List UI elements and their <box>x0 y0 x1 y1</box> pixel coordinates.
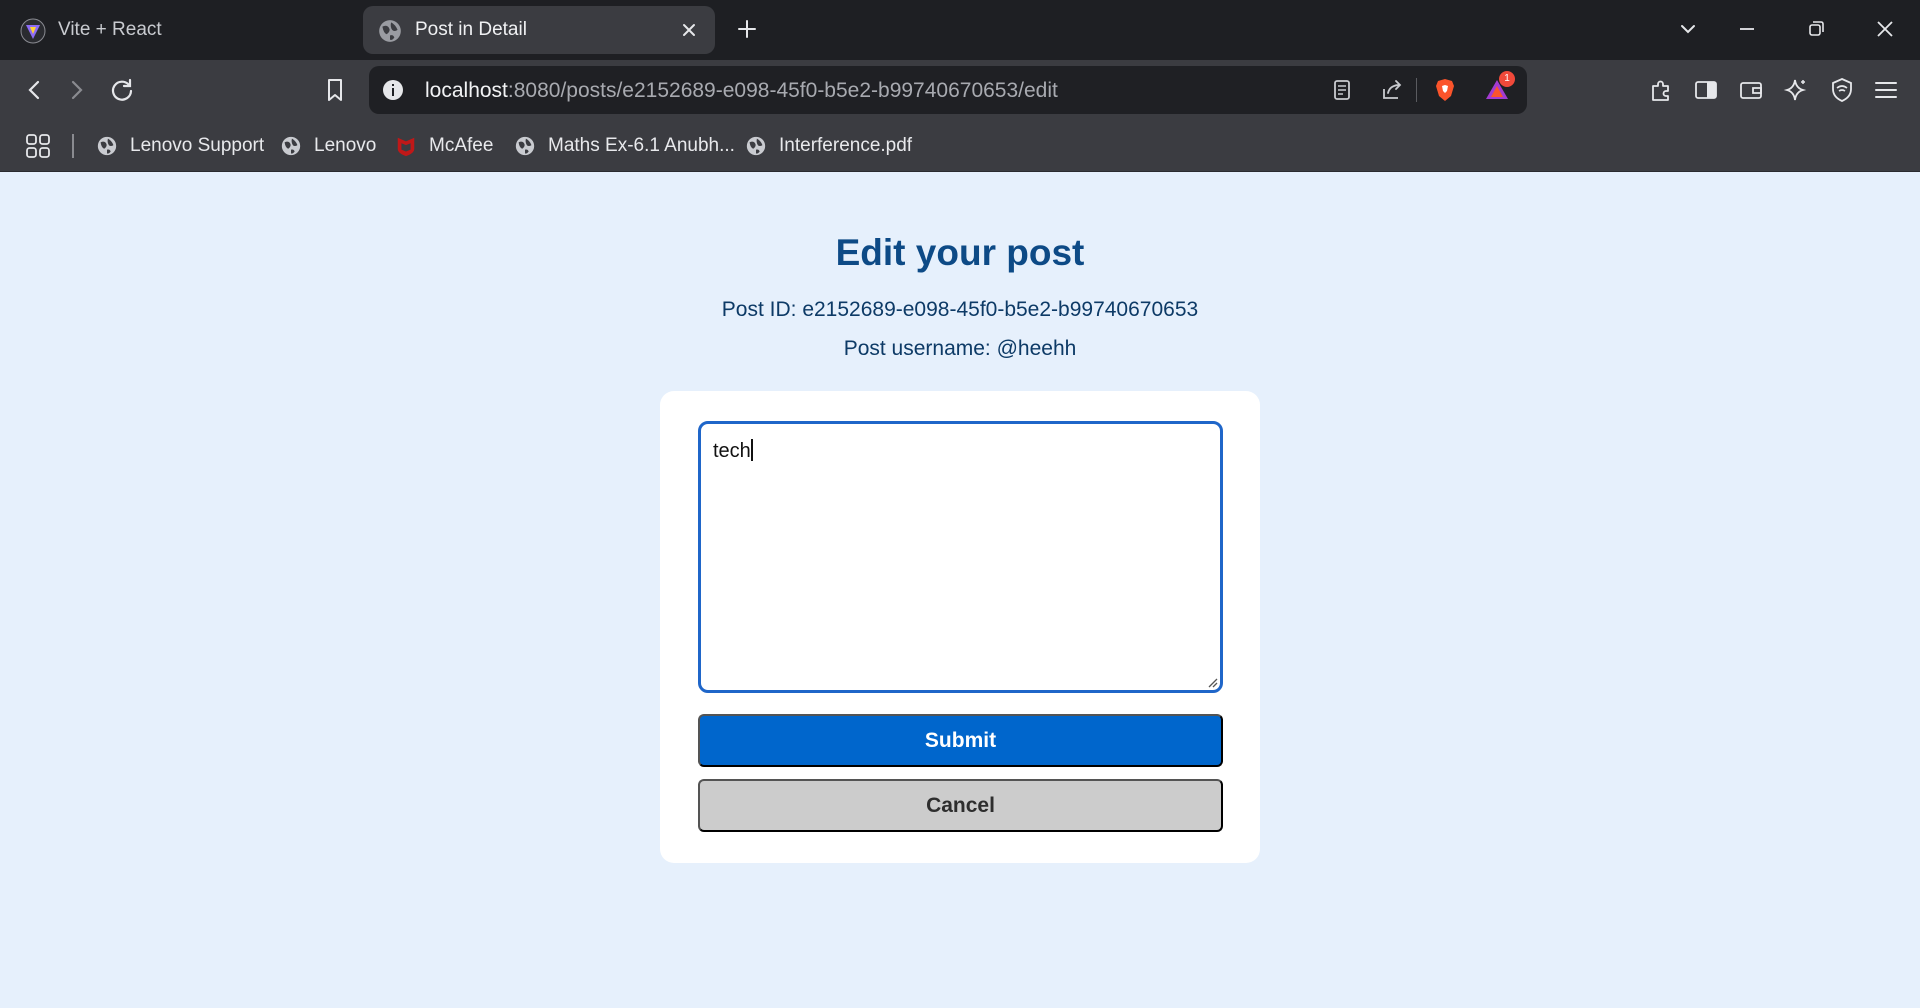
page-title: Edit your post <box>835 232 1085 273</box>
page-content: Edit your post Post ID: e2152689-e098-45… <box>0 172 1920 1008</box>
text-caret <box>750 439 753 461</box>
globe-icon <box>96 135 118 157</box>
mcafee-shield-icon <box>395 135 417 157</box>
bookmark-mcafee[interactable]: McAfee <box>395 130 493 162</box>
close-window-icon[interactable] <box>1872 16 1898 42</box>
tab-title: Post in Detail <box>415 19 527 40</box>
bookmark-label: Maths Ex-6.1 Anubh... <box>548 135 735 156</box>
back-icon[interactable] <box>20 76 48 104</box>
bookmark-label: McAfee <box>429 135 494 156</box>
resize-grip-icon[interactable] <box>1206 676 1218 688</box>
bookmark-maths-ex[interactable]: Maths Ex-6.1 Anubh... <box>514 130 735 162</box>
address-divider <box>1416 78 1417 102</box>
sidebar-icon[interactable] <box>1692 76 1720 104</box>
url-path: :8080/posts/e2152689-e098-45f0-b5e2-b997… <box>507 79 1058 102</box>
tab-search-chevron-icon[interactable] <box>1675 16 1701 42</box>
forward-icon[interactable] <box>63 76 91 104</box>
address-bar[interactable]: localhost:8080/posts/e2152689-e098-45f0-… <box>369 66 1527 114</box>
globe-icon <box>280 135 302 157</box>
edit-form-card: tech Submit Cancel <box>660 391 1260 863</box>
menu-icon[interactable] <box>1872 76 1900 104</box>
site-info-icon[interactable] <box>381 78 405 102</box>
textarea-value: tech <box>713 440 751 462</box>
wallet-icon[interactable] <box>1737 76 1765 104</box>
bookmark-label: Lenovo <box>314 135 377 156</box>
bookmark-label: Lenovo Support <box>130 135 265 156</box>
post-username: Post username: @heehh <box>843 337 1077 360</box>
close-tab-icon[interactable] <box>677 18 701 42</box>
new-tab-icon[interactable] <box>734 16 760 42</box>
url-host: localhost <box>425 79 508 102</box>
url-text[interactable]: localhost:8080/posts/e2152689-e098-45f0-… <box>425 79 1058 103</box>
globe-icon <box>745 135 767 157</box>
bookmarks-bar: Lenovo Support Lenovo McAfee Maths Ex-6.… <box>0 120 1920 172</box>
globe-icon <box>514 135 536 157</box>
apps-grid-icon[interactable] <box>24 132 52 160</box>
post-id: Post ID: e2152689-e098-45f0-b5e2-b997406… <box>721 298 1199 321</box>
extensions-icon[interactable] <box>1647 76 1675 104</box>
tab-title: Vite + React <box>58 19 162 40</box>
leo-ai-icon[interactable] <box>1782 76 1810 104</box>
minimize-icon[interactable] <box>1734 16 1760 42</box>
bookmark-lenovo-support[interactable]: Lenovo Support <box>96 130 264 162</box>
post-content-textarea[interactable]: tech <box>698 421 1223 693</box>
vpn-shield-icon[interactable] <box>1828 76 1856 104</box>
browser-toolbar: localhost:8080/posts/e2152689-e098-45f0-… <box>0 60 1920 120</box>
cancel-button[interactable]: Cancel <box>698 779 1223 832</box>
reload-icon[interactable] <box>108 76 136 104</box>
tab-post-in-detail[interactable]: Post in Detail <box>363 6 715 54</box>
tab-vite-react[interactable]: Vite + React <box>6 6 354 54</box>
bookmark-icon[interactable] <box>321 76 349 104</box>
globe-icon <box>377 18 403 44</box>
brave-shields-icon[interactable] <box>1432 77 1458 103</box>
bookmarks-divider <box>72 134 74 158</box>
bookmark-lenovo[interactable]: Lenovo <box>280 130 376 162</box>
bookmark-label: Interference.pdf <box>779 135 913 156</box>
tab-strip: Vite + React Post in Detail <box>0 0 1920 60</box>
share-icon[interactable] <box>1379 77 1405 103</box>
bookmark-interference-pdf[interactable]: Interference.pdf <box>745 130 912 162</box>
restore-icon[interactable] <box>1803 16 1829 42</box>
notification-badge: 1 <box>1499 71 1515 87</box>
reader-mode-icon[interactable] <box>1329 77 1355 103</box>
vite-logo-icon <box>20 18 46 44</box>
submit-button[interactable]: Submit <box>698 714 1223 767</box>
